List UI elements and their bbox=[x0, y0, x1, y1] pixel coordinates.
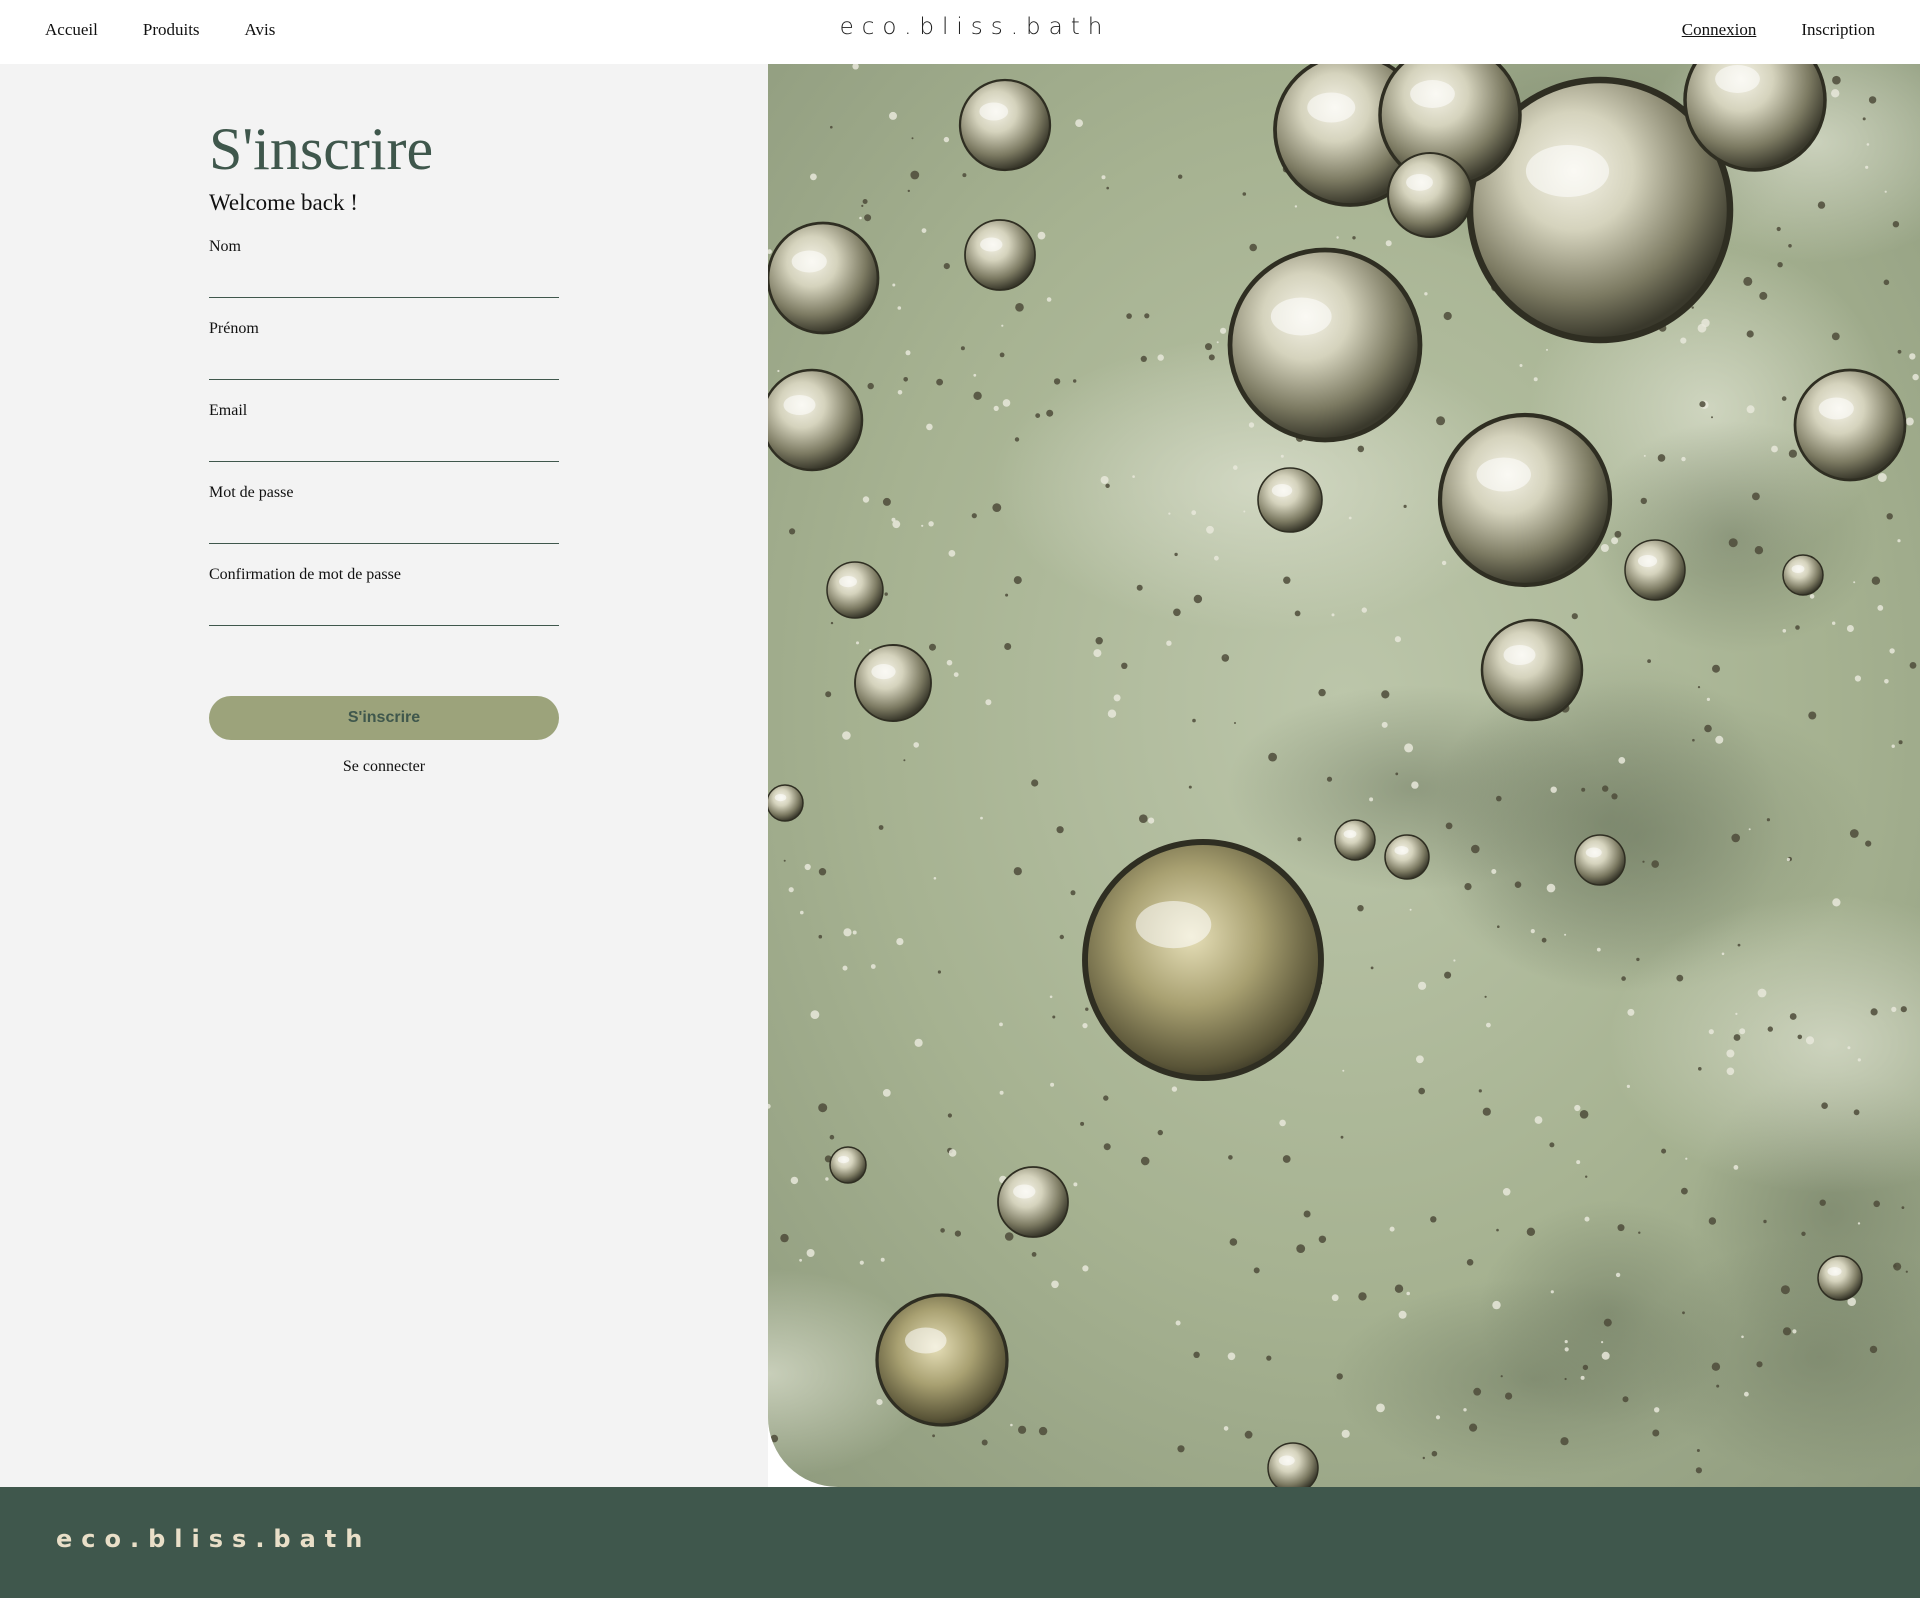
welcome-subtitle: Welcome back ! bbox=[209, 190, 358, 215]
prenom-field-group: Prénom bbox=[209, 320, 559, 380]
prenom-input[interactable] bbox=[209, 348, 559, 380]
password-field-group: Mot de passe bbox=[209, 484, 559, 544]
signup-panel: S'inscrire Welcome back ! Nom Prénom Ema… bbox=[0, 64, 768, 1487]
nom-label: Nom bbox=[209, 238, 241, 255]
email-field-group: Email bbox=[209, 402, 559, 462]
password-confirm-input[interactable] bbox=[209, 594, 559, 626]
login-link[interactable]: Se connecter bbox=[209, 758, 559, 776]
account-nav: Connexion Inscription bbox=[1682, 20, 1875, 40]
email-label: Email bbox=[209, 402, 248, 419]
password-label: Mot de passe bbox=[209, 484, 294, 501]
site-footer: eco.bliss.bath bbox=[0, 1487, 1920, 1598]
signup-button[interactable]: S'inscrire bbox=[209, 696, 559, 740]
footer-logo[interactable]: eco.bliss.bath bbox=[56, 1525, 371, 1553]
prenom-label: Prénom bbox=[209, 320, 259, 337]
top-header: Accueil Produits Avis eco.bliss.bath Con… bbox=[0, 0, 1920, 64]
password-input[interactable] bbox=[209, 512, 559, 544]
signup-form: S'inscrire Welcome back ! Nom Prénom Ema… bbox=[209, 116, 559, 776]
inscription-link[interactable]: Inscription bbox=[1801, 20, 1875, 40]
nom-field-group: Nom bbox=[209, 238, 559, 298]
password-confirm-field-group: Confirmation de mot de passe bbox=[209, 566, 559, 626]
password-confirm-label: Confirmation de mot de passe bbox=[209, 566, 401, 583]
page-title: S'inscrire bbox=[209, 116, 434, 182]
nom-input[interactable] bbox=[209, 266, 559, 298]
email-input[interactable] bbox=[209, 430, 559, 462]
site-logo[interactable]: eco.bliss.bath bbox=[0, 14, 1920, 40]
bubbles-hero-image bbox=[768, 64, 1920, 1487]
bubbles-image bbox=[768, 64, 1920, 1487]
connexion-link[interactable]: Connexion bbox=[1682, 20, 1757, 40]
